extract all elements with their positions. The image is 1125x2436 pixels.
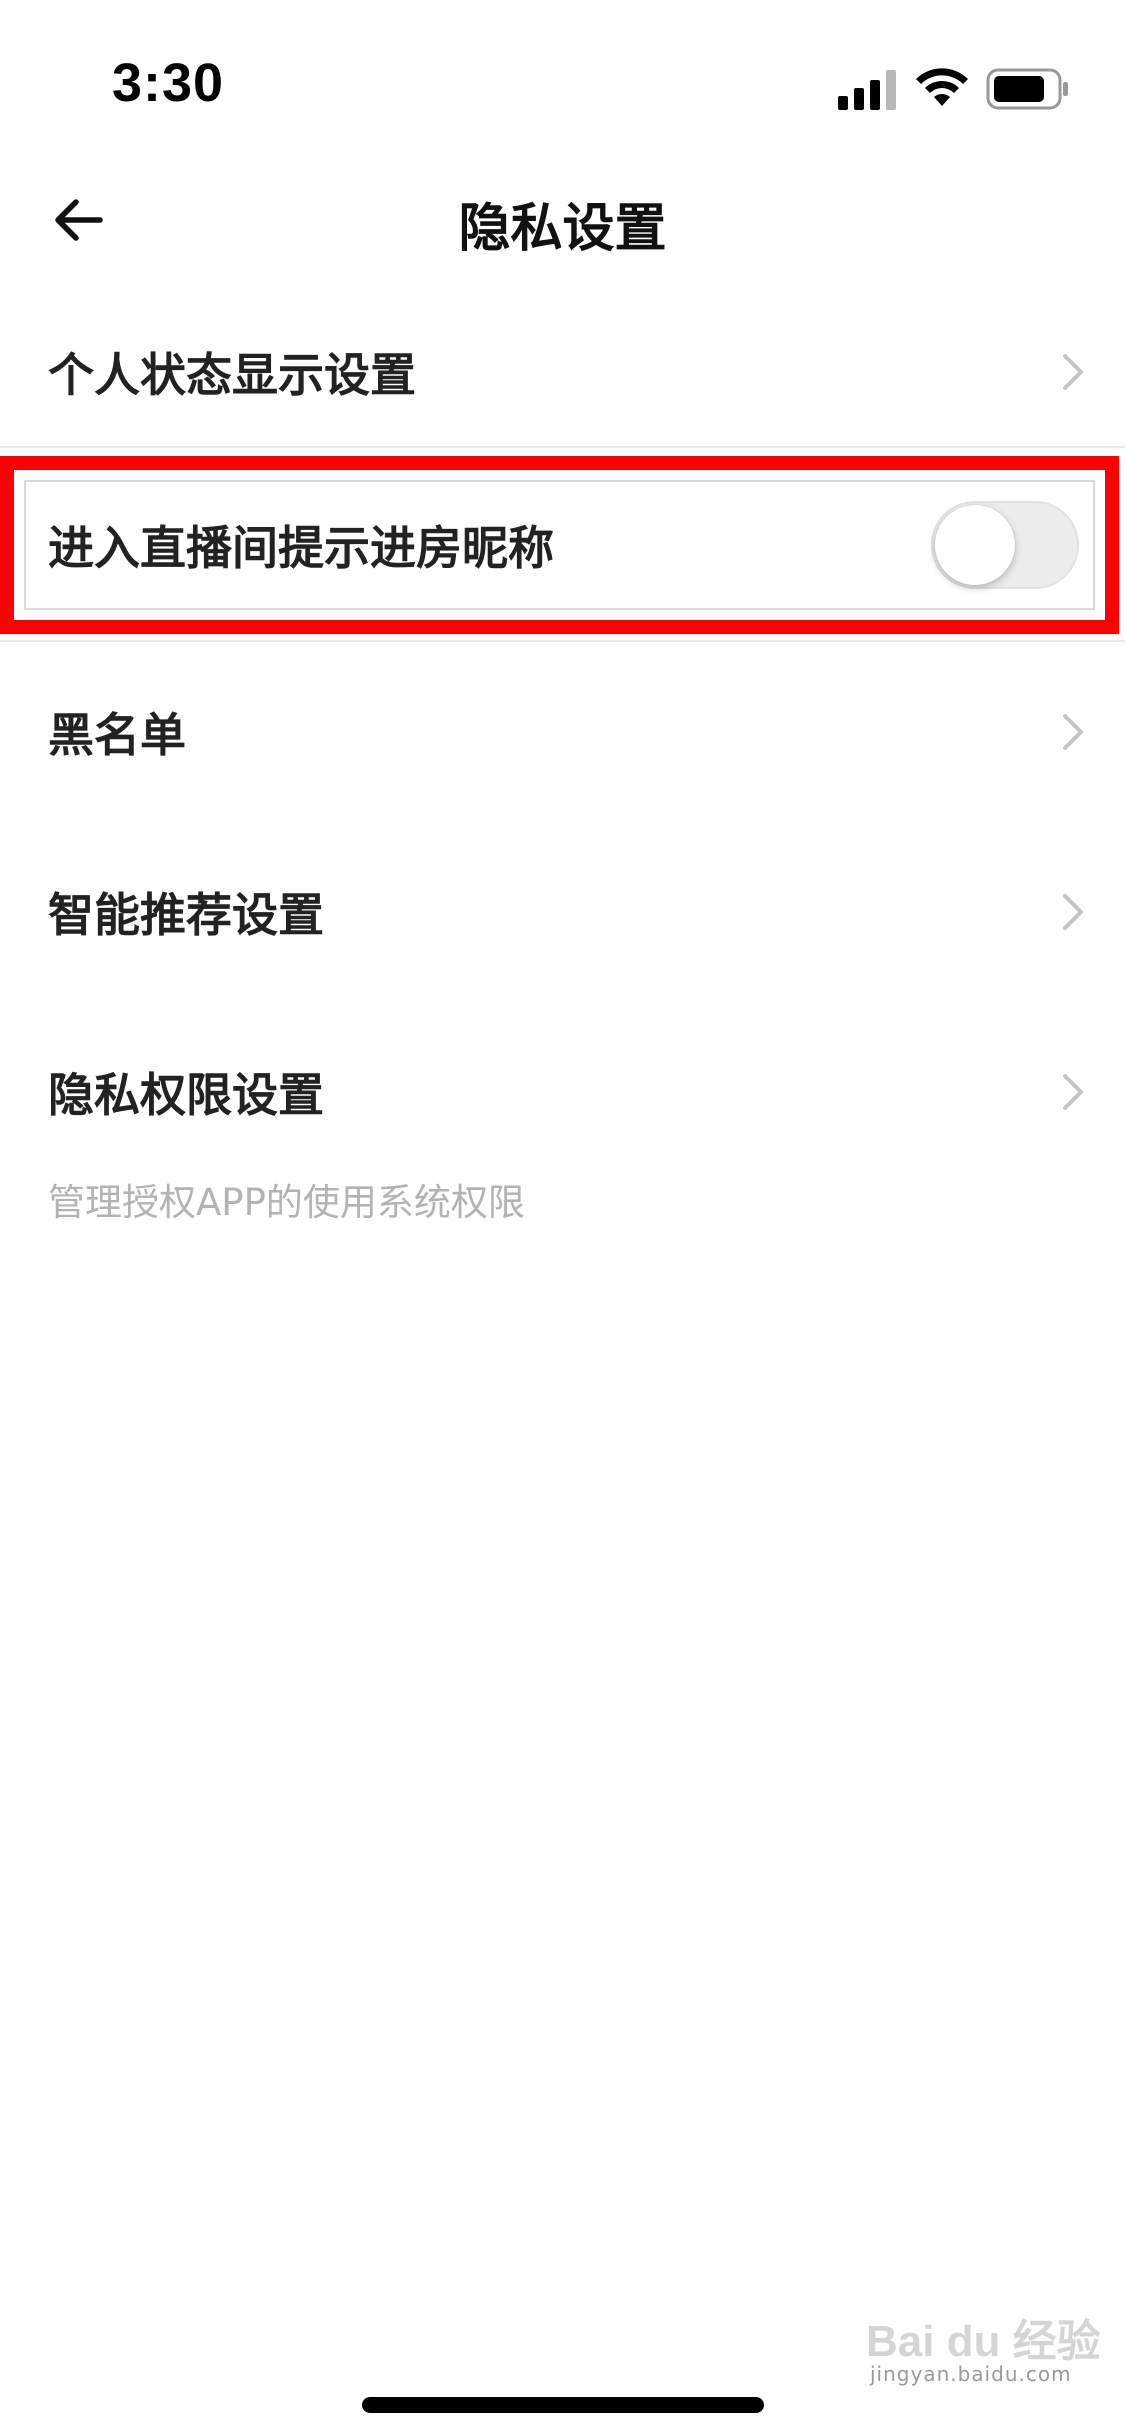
page-title: 隐私设置 <box>458 199 667 259</box>
status-time: 3:30 <box>112 53 225 113</box>
row-label: 隐私权限设置 <box>48 1068 324 1122</box>
chevron-right-icon <box>1063 714 1083 750</box>
wifi-icon <box>916 68 968 106</box>
row-live-room-entry-nickname: 进入直播间提示进房昵称 <box>24 480 1095 610</box>
entry-nickname-toggle[interactable] <box>931 501 1079 589</box>
row-label: 智能推荐设置 <box>48 888 324 942</box>
chevron-right-icon <box>1063 354 1083 390</box>
highlight-annotation-box: 进入直播间提示进房昵称 <box>0 456 1119 634</box>
chevron-right-icon <box>1063 1074 1083 1110</box>
row-label: 进入直播间提示进房昵称 <box>48 521 554 575</box>
row-label: 个人状态显示设置 <box>48 348 416 402</box>
svg-text:Bai du 经验: Bai du 经验 <box>866 2317 1101 2366</box>
navigation-bar: 隐私设置 <box>0 160 1125 280</box>
battery-icon <box>986 68 1068 110</box>
home-indicator[interactable] <box>362 2397 764 2413</box>
row-privacy-permissions[interactable]: 隐私权限设置 <box>0 1002 1125 1182</box>
row-label: 黑名单 <box>48 708 186 762</box>
row-smart-recommendation[interactable]: 智能推荐设置 <box>0 822 1125 1002</box>
row-blacklist[interactable]: 黑名单 <box>0 642 1125 822</box>
cellular-signal-icon <box>838 70 896 110</box>
divider <box>0 446 1125 448</box>
status-bar: 3:30 <box>0 0 1125 140</box>
privacy-permissions-description: 管理授权APP的使用系统权限 <box>48 1181 525 1224</box>
toggle-knob <box>935 505 1015 585</box>
privacy-settings-screen: 3:30 隐私设置 个人状态显示设置 进入直播间提示进房昵称 黑名单 智能推荐设… <box>0 0 1125 2436</box>
chevron-right-icon <box>1063 894 1083 930</box>
row-personal-status-display[interactable]: 个人状态显示设置 <box>0 282 1125 462</box>
watermark-url: jingyan.baidu.com <box>870 2362 1072 2386</box>
